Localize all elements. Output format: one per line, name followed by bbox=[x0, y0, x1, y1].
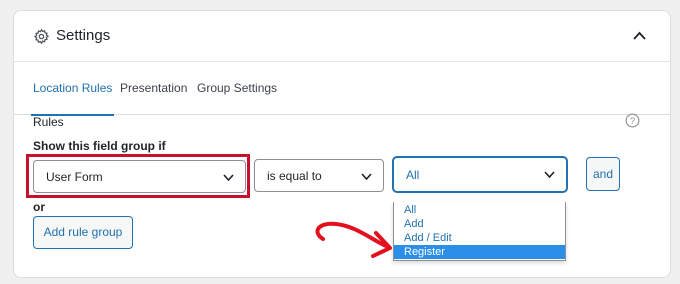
add-rule-group-button[interactable]: Add rule group bbox=[33, 216, 133, 249]
or-label: or bbox=[33, 200, 45, 214]
dropdown-option-register[interactable]: Register bbox=[394, 245, 565, 259]
svg-text:?: ? bbox=[630, 116, 635, 126]
and-button[interactable]: and bbox=[586, 157, 620, 191]
settings-header[interactable]: Settings bbox=[14, 11, 670, 62]
gear-icon bbox=[33, 28, 50, 45]
condition-label: Show this field group if bbox=[33, 139, 166, 153]
rules-heading: Rules bbox=[33, 115, 64, 129]
tab-presentation[interactable]: Presentation bbox=[120, 62, 187, 115]
dropdown-option-add-edit[interactable]: Add / Edit bbox=[394, 231, 565, 245]
chevron-down-icon bbox=[544, 171, 555, 178]
help-icon[interactable]: ? bbox=[625, 113, 640, 128]
settings-tabs: Location Rules Presentation Group Settin… bbox=[14, 62, 670, 116]
settings-title: Settings bbox=[56, 27, 111, 44]
chevron-up-icon[interactable] bbox=[633, 31, 646, 40]
dropdown-option-add[interactable]: Add bbox=[394, 217, 565, 231]
tab-location-rules[interactable]: Location Rules bbox=[30, 62, 115, 116]
value-dropdown-list: All Add Add / Edit Register bbox=[393, 202, 566, 261]
value-select[interactable]: All bbox=[393, 157, 567, 192]
tab-group-settings[interactable]: Group Settings bbox=[197, 62, 277, 115]
chevron-down-icon bbox=[223, 174, 234, 181]
operator-select-value: is equal to bbox=[267, 169, 322, 183]
value-select-value: All bbox=[406, 168, 420, 182]
field-select[interactable]: User Form bbox=[33, 160, 246, 193]
dropdown-option-all[interactable]: All bbox=[394, 203, 565, 217]
chevron-down-icon bbox=[361, 173, 372, 180]
field-select-value: User Form bbox=[46, 170, 103, 184]
operator-select[interactable]: is equal to bbox=[254, 159, 384, 192]
